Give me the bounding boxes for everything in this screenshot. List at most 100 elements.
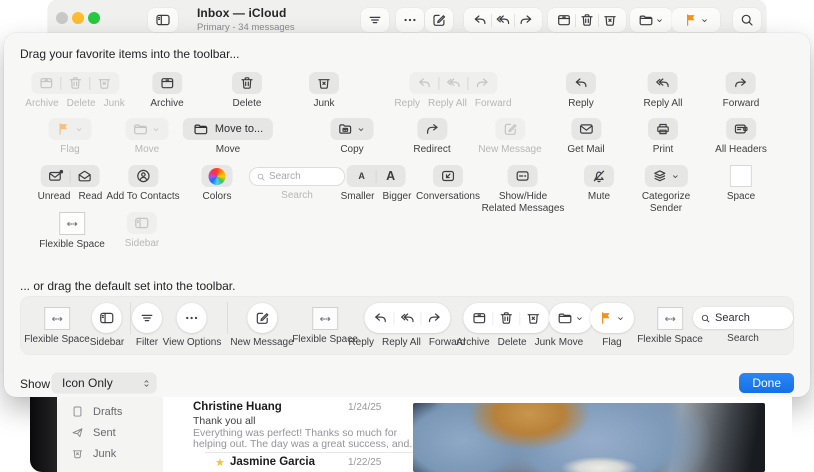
move-to-button-text: Move to...: [215, 123, 263, 135]
zoom-window-button[interactable]: [88, 12, 100, 24]
palette-item-delete[interactable]: Delete: [232, 72, 262, 110]
item-label: New Message: [230, 337, 293, 348]
junk-icon: [96, 75, 112, 91]
item-label: Archive: [456, 337, 489, 348]
toolbar-mailbox-group-button[interactable]: [548, 8, 626, 32]
compose-icon: [254, 310, 270, 326]
palette-item-copy[interactable]: Copy: [331, 118, 374, 156]
junk-icon: [316, 75, 332, 91]
palette-item-flexible-space[interactable]: Flexible Space: [39, 212, 105, 251]
item-label: Flexible Space: [24, 334, 90, 345]
item-label: Mute: [588, 191, 610, 203]
default-item-sidebar[interactable]: Sidebar: [90, 303, 124, 348]
item-label: Move: [216, 144, 240, 156]
palette-item-categorize-sender[interactable]: Categorize Sender: [642, 165, 690, 215]
abig-icon: A: [383, 168, 399, 184]
default-set-instruction-text: ... or drag the default set into the too…: [20, 279, 235, 293]
message-date: 1/22/25: [348, 457, 381, 468]
mail-window-content: DraftsSentJunk Christine Huang1/24/25Tha…: [30, 397, 792, 472]
chevron-icon: [654, 15, 665, 26]
palette-item-flag[interactable]: Flag: [49, 118, 92, 156]
item-label: Flag: [60, 144, 79, 156]
item-label: Flag: [602, 337, 621, 348]
palette-item-sidebar[interactable]: Sidebar: [125, 212, 159, 250]
chevron-icon: [574, 313, 585, 324]
palette-item-show-hide-related-messages[interactable]: Show/Hide Related Messages: [482, 165, 565, 215]
palette-item-search[interactable]: SearchSearch: [249, 165, 345, 202]
palette-item-archive[interactable]: Archive: [150, 72, 183, 110]
item-label: Add To Contacts: [106, 191, 179, 203]
palette-item-print[interactable]: Print: [648, 118, 678, 156]
doc-icon: [71, 405, 84, 418]
palette-group-archive-delete-junk[interactable]: ArchiveDeleteJunk: [25, 72, 124, 109]
chevron-icon: [615, 313, 626, 324]
asmall-icon: A: [354, 168, 370, 184]
palette-item-new-message[interactable]: New Message: [478, 118, 541, 156]
default-group-archive-delete-junk[interactable]: ArchiveDeleteJunk: [456, 303, 555, 348]
done-button[interactable]: Done: [739, 373, 794, 393]
filter-icon: [367, 12, 383, 28]
toolbar-compose-button[interactable]: [425, 8, 453, 32]
default-item-view-options[interactable]: View Options: [163, 303, 222, 348]
search-field[interactable]: Search: [693, 307, 793, 329]
flexible-space-icon: [49, 311, 65, 327]
default-item-flexible-space[interactable]: Flexible Space: [24, 307, 90, 345]
palette-item-reply-all[interactable]: Reply All: [644, 72, 683, 110]
palette-item-colors[interactable]: Colors: [202, 165, 233, 203]
sidebar-item-drafts[interactable]: Drafts: [57, 401, 163, 422]
toolbar-flag-button[interactable]: [672, 8, 720, 32]
default-group-reply-reply-all-forward[interactable]: ReplyReply AllForward: [348, 303, 465, 348]
toolbar-search-button[interactable]: [733, 8, 761, 32]
folder-icon: [638, 12, 654, 28]
palette-group-smaller-bigger[interactable]: AASmallerBigger: [341, 165, 412, 202]
sidebar-item-junk[interactable]: Junk: [57, 443, 163, 464]
palette-item-forward[interactable]: Forward: [723, 72, 760, 110]
show-mode-select[interactable]: Icon Only: [52, 373, 156, 393]
palette-group-reply-reply-all-forward[interactable]: ReplyReply AllForward: [394, 72, 511, 109]
default-item-filter[interactable]: Filter: [132, 303, 162, 348]
palette-item-junk[interactable]: Junk: [309, 72, 339, 110]
default-set-divider: [130, 302, 131, 334]
minimize-window-button[interactable]: [72, 12, 84, 24]
search-field[interactable]: Search: [249, 167, 345, 186]
svg-text:A: A: [358, 171, 365, 181]
default-item-new-message[interactable]: New Message: [230, 303, 293, 348]
palette-item-all-headers[interactable]: All Headers: [715, 118, 767, 156]
message-sender: Jasmine Garcia: [230, 456, 315, 468]
default-toolbar-set[interactable]: Flexible SpaceSidebar FilterView Options N…: [20, 296, 794, 355]
item-label: Space: [727, 191, 755, 203]
sidebar-toggle-button[interactable]: [148, 8, 178, 32]
default-item-move[interactable]: Move: [549, 303, 593, 348]
item-label: Colors: [203, 191, 232, 203]
item-label: Sidebar: [90, 337, 124, 348]
delete-icon: [498, 310, 514, 326]
chevron-icon: [74, 124, 85, 135]
palette-item-space[interactable]: Space: [727, 165, 755, 203]
default-item-flag[interactable]: Flag: [590, 303, 634, 348]
palette-group-unread-read[interactable]: UnreadRead: [38, 165, 103, 202]
item-label: Forward: [475, 98, 512, 109]
sidebar-item-sent[interactable]: Sent: [57, 422, 163, 443]
delete-icon: [67, 75, 83, 91]
toolbar-reply-group-button[interactable]: [464, 8, 542, 32]
palette-item-move[interactable]: Move: [126, 118, 169, 156]
toolbar-more-button[interactable]: [396, 8, 424, 32]
folder-icon: [133, 121, 149, 137]
item-label: Reply: [394, 98, 420, 109]
palette-item-get-mail[interactable]: Get Mail: [567, 118, 604, 156]
toolbar-filter-button[interactable]: [361, 8, 389, 32]
palette-item-add-to-contacts[interactable]: Add To Contacts: [106, 165, 179, 203]
close-window-button[interactable]: [56, 12, 68, 24]
palette-item-reply[interactable]: Reply: [566, 72, 596, 110]
related-icon: [515, 168, 531, 184]
flexible-space-icon: [317, 311, 333, 327]
archive-icon: [159, 75, 175, 91]
toolbar-move-button[interactable]: [630, 8, 672, 32]
palette-item-conversations[interactable]: Conversations: [416, 165, 480, 203]
palette-item-move-to[interactable]: Move to... Move: [183, 118, 273, 156]
flexible-space-icon: [64, 216, 80, 232]
redirect-icon: [424, 121, 440, 137]
palette-item-redirect[interactable]: Redirect: [413, 118, 450, 156]
default-item-search[interactable]: SearchSearch: [693, 307, 793, 344]
palette-item-mute[interactable]: Mute: [584, 165, 614, 203]
